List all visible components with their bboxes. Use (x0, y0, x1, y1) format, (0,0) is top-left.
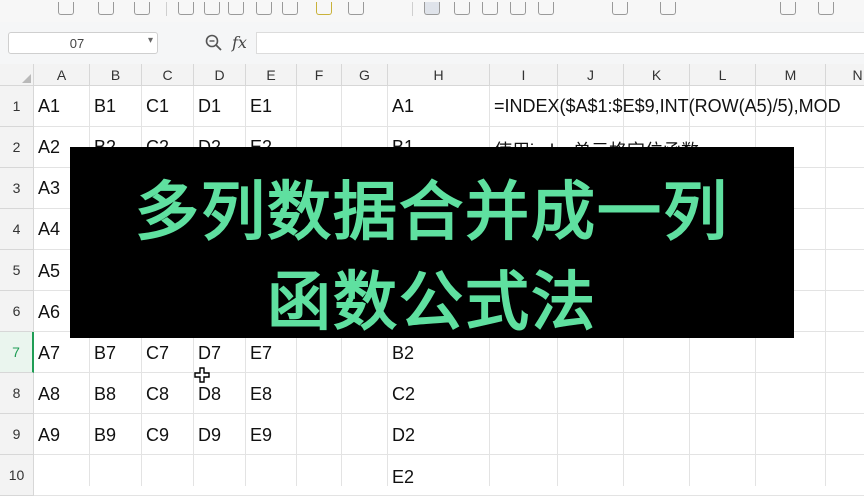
cell-a3[interactable]: A3 (38, 178, 60, 199)
chevron-down-icon[interactable]: ▾ (148, 35, 153, 46)
fx-label[interactable]: fx (232, 33, 247, 52)
row-header-4[interactable]: 4 (0, 209, 34, 250)
banner-title: 多列数据合并成一列 (135, 176, 729, 250)
cell-a2[interactable]: A2 (38, 137, 60, 158)
cell-b9[interactable]: B9 (94, 425, 116, 446)
row-header-8[interactable]: 8 (0, 373, 34, 414)
cell-c1[interactable]: C1 (146, 96, 169, 117)
row-header-10[interactable]: 10 (0, 455, 34, 496)
cell-a7[interactable]: A7 (38, 343, 60, 364)
ribbon-icon[interactable] (228, 2, 244, 15)
ribbon-toolbar (0, 0, 864, 23)
column-header-i[interactable]: I (490, 64, 558, 86)
align-center-icon[interactable] (454, 2, 470, 15)
column-header-k[interactable]: K (624, 64, 690, 86)
column-header-c[interactable]: C (142, 64, 194, 86)
ribbon-icon[interactable] (58, 2, 74, 15)
banner-subtitle: 函数公式法 (267, 266, 597, 340)
formula-bar: 07 ▾ fx (0, 22, 864, 65)
ribbon-icon[interactable] (348, 2, 364, 15)
cell-h1[interactable]: A1 (392, 96, 414, 117)
move-cursor-icon (194, 367, 210, 383)
align-right-icon[interactable] (482, 2, 498, 15)
name-box-value: 07 (69, 36, 85, 51)
row-gridline (34, 454, 864, 455)
align-left-icon[interactable] (424, 2, 440, 15)
cell-a4[interactable]: A4 (38, 219, 60, 240)
cell-d7[interactable]: D7 (198, 343, 221, 364)
column-header-e[interactable]: E (246, 64, 297, 86)
ribbon-icon[interactable] (282, 2, 298, 15)
cell-d9[interactable]: D9 (198, 425, 221, 446)
ribbon-icon[interactable] (818, 2, 834, 15)
name-box[interactable]: 07 ▾ (8, 32, 158, 54)
cell-b7[interactable]: B7 (94, 343, 116, 364)
cell-a5[interactable]: A5 (38, 261, 60, 282)
row-header-6[interactable]: 6 (0, 291, 34, 332)
row-header-2[interactable]: 2 (0, 127, 34, 168)
cell-c7[interactable]: C7 (146, 343, 169, 364)
cell-h9[interactable]: D2 (392, 425, 415, 446)
fill-color-icon[interactable] (316, 2, 332, 15)
formula-input[interactable] (256, 32, 864, 54)
cell-a1[interactable]: A1 (38, 96, 60, 117)
cell-a6[interactable]: A6 (38, 302, 60, 323)
ribbon-icon[interactable] (612, 2, 628, 15)
cell-i1[interactable]: =INDEX($A$1:$E$9,INT(ROW(A5)/5),MOD (494, 96, 841, 117)
row-gridline (34, 126, 864, 127)
ribbon-icon[interactable] (538, 2, 554, 15)
column-header-b[interactable]: B (90, 64, 142, 86)
corner-triangle-icon (22, 74, 31, 83)
cell-e7[interactable]: E7 (250, 343, 272, 364)
column-header-h[interactable]: H (388, 64, 490, 86)
ribbon-icon[interactable] (178, 2, 194, 15)
column-header-j[interactable]: J (558, 64, 624, 86)
ribbon-icon[interactable] (204, 2, 220, 15)
cell-c8[interactable]: C8 (146, 384, 169, 405)
ribbon-icon[interactable] (660, 2, 676, 15)
cell-h8[interactable]: C2 (392, 384, 415, 405)
cell-d1[interactable]: D1 (198, 96, 221, 117)
row-header-1[interactable]: 1 (0, 86, 34, 127)
cell-b8[interactable]: B8 (94, 384, 116, 405)
column-gridline (825, 86, 826, 486)
toolbar-divider (166, 2, 167, 16)
ribbon-icon[interactable] (98, 2, 114, 15)
toolbar-divider (412, 2, 413, 16)
row-gridline (34, 413, 864, 414)
column-header-l[interactable]: L (690, 64, 756, 86)
column-header-f[interactable]: F (297, 64, 342, 86)
column-header-d[interactable]: D (194, 64, 246, 86)
row-header-7[interactable]: 7 (0, 332, 34, 373)
column-header-m[interactable]: M (756, 64, 826, 86)
cell-d8[interactable]: D8 (198, 384, 221, 405)
ribbon-icon[interactable] (256, 2, 272, 15)
row-header-3[interactable]: 3 (0, 168, 34, 209)
cell-e8[interactable]: E8 (250, 384, 272, 405)
cell-e1[interactable]: E1 (250, 96, 272, 117)
zoom-icon[interactable] (204, 33, 224, 53)
cell-c9[interactable]: C9 (146, 425, 169, 446)
cell-h7[interactable]: B2 (392, 343, 414, 364)
column-header-a[interactable]: A (34, 64, 90, 86)
cell-a9[interactable]: A9 (38, 425, 60, 446)
row-header-5[interactable]: 5 (0, 250, 34, 291)
column-header-n[interactable]: N (826, 64, 864, 86)
row-gridline (34, 372, 864, 373)
ribbon-icon[interactable] (780, 2, 796, 15)
row-header-9[interactable]: 9 (0, 414, 34, 455)
cell-h10[interactable]: E2 (392, 467, 414, 488)
cell-a8[interactable]: A8 (38, 384, 60, 405)
cell-b1[interactable]: B1 (94, 96, 116, 117)
title-banner: 多列数据合并成一列 函数公式法 (70, 147, 794, 340)
select-all-corner[interactable] (0, 64, 34, 86)
column-header-g[interactable]: G (342, 64, 388, 86)
cell-e9[interactable]: E9 (250, 425, 272, 446)
ribbon-icon[interactable] (510, 2, 526, 15)
ribbon-icon[interactable] (134, 2, 150, 15)
